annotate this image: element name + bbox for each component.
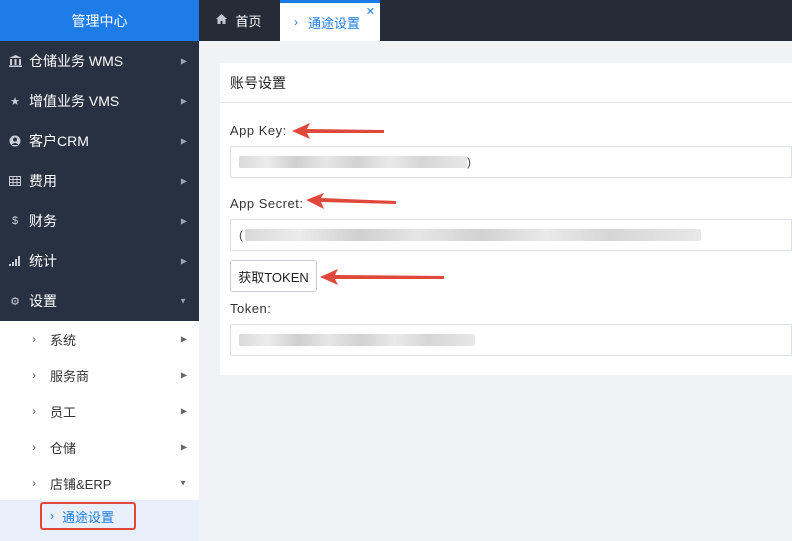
sub-item-tongtu-settings[interactable]: › 通途设置: [40, 502, 136, 530]
sidebar-item-crm[interactable]: 客户CRM ▶: [0, 121, 199, 161]
caret-right-icon: ▶: [180, 370, 187, 380]
sidebar-item-finance[interactable]: $ 财务 ▶: [0, 201, 199, 241]
sub-item-label: 服务商: [50, 368, 90, 384]
tab-label: 首页: [235, 14, 262, 29]
user-circle-icon: [8, 134, 22, 148]
token-label: Token:: [230, 301, 272, 316]
home-icon: [216, 14, 228, 27]
chevron-right-icon: ›: [32, 476, 36, 490]
sidebar-item-settings[interactable]: ⚙ 设置 ▼: [0, 281, 199, 321]
app-key-field[interactable]: ): [230, 146, 792, 178]
redacted-value: [239, 156, 467, 168]
sidebar: 管理中心 仓储业务 WMS ▶ ★ 增值业务 VMS ▶ 客户CRM ▶ 费用 …: [0, 0, 199, 541]
brand-title[interactable]: 管理中心: [0, 0, 199, 41]
star-icon: ★: [10, 95, 20, 108]
sub-item-provider[interactable]: › 服务商 ▶: [0, 357, 199, 393]
app-secret-value-head: (: [239, 228, 243, 242]
caret-right-icon: ▶: [180, 256, 187, 266]
caret-right-icon: ▶: [180, 136, 187, 146]
chevron-right-icon: ›: [50, 509, 54, 523]
sidebar-item-label: 费用: [29, 173, 57, 189]
sub-item-label: 仓储: [50, 440, 77, 456]
sidebar-item-label: 仓储业务 WMS: [29, 53, 124, 69]
app-key-label: App Key:: [230, 123, 287, 138]
chevron-right-icon: ›: [32, 332, 36, 346]
sidebar-item-label: 财务: [29, 213, 57, 229]
dollar-icon: $: [11, 215, 19, 227]
caret-right-icon: ▶: [180, 334, 187, 344]
panel-title: 账号设置: [220, 63, 792, 103]
caret-right-icon: ▶: [180, 442, 187, 452]
annotation-arrow-icon: [292, 123, 384, 139]
sidebar-item-fees[interactable]: 费用 ▶: [0, 161, 199, 201]
caret-right-icon: ▶: [180, 216, 187, 226]
caret-right-icon: ▶: [180, 406, 187, 416]
caret-right-icon: ▶: [180, 176, 187, 186]
chevron-right-icon: ›: [294, 15, 298, 29]
annotation-arrow-icon: [320, 269, 444, 285]
sidebar-item-label: 统计: [29, 253, 57, 269]
caret-down-icon: ▼: [179, 478, 187, 488]
chevron-right-icon: ›: [32, 404, 36, 418]
token-field[interactable]: [230, 324, 792, 356]
table-icon: [8, 174, 22, 188]
bank-icon: [8, 54, 22, 68]
close-icon[interactable]: ✕: [366, 5, 375, 18]
sub-item-store-erp[interactable]: › 店铺&ERP ▼: [0, 465, 199, 501]
sub-item-warehouse[interactable]: › 仓储 ▶: [0, 429, 199, 465]
sidebar-item-label: 设置: [29, 293, 57, 309]
sub-item-label: 通途设置: [62, 509, 115, 525]
sub-item-label: 店铺&ERP: [50, 476, 112, 492]
tab-label: 通途设置: [308, 15, 361, 31]
caret-down-icon: ▼: [179, 296, 187, 306]
sub-item-label: 系统: [50, 332, 77, 348]
annotation-arrow-icon: [306, 193, 396, 209]
sidebar-item-wms[interactable]: 仓储业务 WMS ▶: [0, 41, 199, 81]
app-secret-label: App Secret:: [230, 196, 304, 211]
sidebar-item-label: 增值业务 VMS: [29, 93, 120, 109]
account-settings-panel: 账号设置 App Key: ) App Secret: ( 获取TOKEN To…: [220, 63, 792, 375]
get-token-button[interactable]: 获取TOKEN: [230, 260, 317, 292]
tab-bar: 首页 › 通途设置 ✕: [199, 0, 792, 41]
gear-icon: ⚙: [10, 295, 20, 308]
sub-item-system[interactable]: › 系统 ▶: [0, 321, 199, 357]
redacted-value: [245, 229, 701, 241]
redacted-value: [239, 334, 475, 346]
sub-item-label: 员工: [50, 404, 77, 420]
caret-right-icon: ▶: [180, 56, 187, 66]
chevron-right-icon: ›: [32, 440, 36, 454]
sidebar-item-label: 客户CRM: [29, 133, 89, 149]
caret-right-icon: ▶: [180, 96, 187, 106]
app-key-value-tail: ): [467, 155, 471, 169]
sidebar-item-stats[interactable]: 统计 ▶: [0, 241, 199, 281]
sidebar-item-vms[interactable]: ★ 增值业务 VMS ▶: [0, 81, 199, 121]
tab-tongtu-settings[interactable]: › 通途设置 ✕: [280, 0, 380, 41]
signal-icon: [8, 254, 22, 268]
sub-item-staff[interactable]: › 员工 ▶: [0, 393, 199, 429]
app-secret-field[interactable]: (: [230, 219, 792, 251]
tab-home[interactable]: 首页: [199, 0, 279, 41]
chevron-right-icon: ›: [32, 368, 36, 382]
